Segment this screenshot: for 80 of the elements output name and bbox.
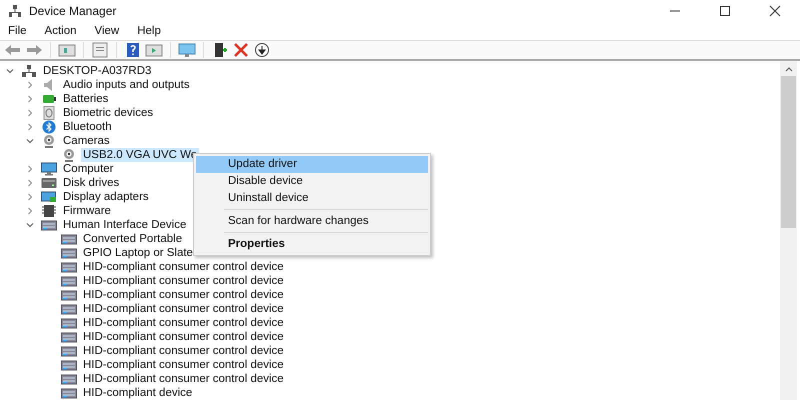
app-icon: [8, 4, 22, 18]
context-menu-item[interactable]: Disable device: [196, 173, 428, 190]
battery-icon: [41, 92, 57, 106]
monitor-icon[interactable]: [178, 42, 196, 58]
collapse-chevron-icon[interactable]: [26, 137, 34, 145]
tree-item[interactable]: Converted Portable: [81, 232, 184, 246]
close-icon[interactable]: [769, 5, 781, 18]
webcam-icon: [41, 134, 57, 148]
properties-icon[interactable]: [91, 42, 109, 58]
tree-item[interactable]: HID-compliant device: [81, 386, 194, 400]
scrollbar-thumb[interactable]: [781, 76, 796, 228]
expand-chevron-icon[interactable]: [26, 95, 34, 103]
expand-chevron-icon[interactable]: [26, 81, 34, 89]
download-icon[interactable]: [253, 42, 271, 58]
keyboard-icon: [61, 274, 77, 288]
expand-chevron-icon[interactable]: [26, 207, 34, 215]
tree-item[interactable]: HID-compliant consumer control device: [81, 330, 286, 344]
keyboard-icon: [61, 302, 77, 316]
collapse-chevron-icon[interactable]: [26, 221, 34, 229]
expand-chevron-icon[interactable]: [26, 165, 34, 173]
chip-icon: [41, 204, 57, 218]
menu-item[interactable]: File: [6, 25, 29, 38]
keyboard-icon: [61, 246, 77, 260]
monitor-icon: [41, 162, 57, 176]
maximize-icon[interactable]: [719, 5, 731, 18]
keyboard-icon: [61, 372, 77, 386]
tree-item[interactable]: HID-compliant consumer control device: [81, 372, 286, 386]
expand-chevron-icon[interactable]: [26, 109, 34, 117]
tree-item[interactable]: GPIO Laptop or Slate: [81, 246, 195, 260]
tree-item[interactable]: DESKTOP-A037RD3: [41, 64, 154, 78]
fingerprint-icon: [41, 106, 57, 120]
tree-item[interactable]: Display adapters: [61, 190, 151, 204]
keyboard-icon: [61, 232, 77, 246]
keyboard-icon: [61, 344, 77, 358]
tree-item[interactable]: HID-compliant consumer control device: [81, 274, 286, 288]
menu-item[interactable]: View: [92, 25, 122, 38]
tree-item[interactable]: Cameras: [61, 134, 112, 148]
expand-chevron-icon[interactable]: [26, 123, 34, 131]
keyboard-icon: [61, 330, 77, 344]
bluetooth-icon: [41, 120, 57, 134]
keyboard-icon: [61, 288, 77, 302]
webcam-icon: [61, 148, 77, 162]
tree-item[interactable]: HID-compliant consumer control device: [81, 260, 286, 274]
tree-item[interactable]: HID-compliant consumer control device: [81, 288, 286, 302]
tree-item[interactable]: Batteries: [61, 92, 110, 106]
keyboard-icon: [61, 358, 77, 372]
tree-item[interactable]: HID-compliant consumer control device: [81, 358, 286, 372]
tree-item[interactable]: Computer: [61, 162, 116, 176]
tree-item[interactable]: Disk drives: [61, 176, 122, 190]
display-adapter-icon: [41, 190, 57, 204]
context-menu-item[interactable]: Update driver: [196, 156, 428, 173]
expand-chevron-icon[interactable]: [26, 179, 34, 187]
uninstall-icon[interactable]: [232, 42, 250, 58]
context-menu-item[interactable]: Properties: [196, 236, 428, 253]
keyboard-icon: [41, 218, 57, 232]
pane-icon[interactable]: [145, 42, 163, 58]
scrollbar[interactable]: [780, 61, 797, 400]
window-title: Device Manager: [29, 4, 116, 18]
tree-item[interactable]: HID-compliant consumer control device: [81, 316, 286, 330]
keyboard-icon: [61, 260, 77, 274]
help-icon[interactable]: [124, 42, 142, 58]
network-computer-icon: [21, 64, 37, 78]
collapse-chevron-icon[interactable]: [6, 67, 14, 75]
expand-chevron-icon[interactable]: [26, 193, 34, 201]
context-menu-item[interactable]: Scan for hardware changes: [196, 213, 428, 230]
tree-item[interactable]: HID-compliant consumer control device: [81, 344, 286, 358]
tree-item[interactable]: Firmware: [61, 204, 113, 218]
tree-view-icon[interactable]: [58, 42, 76, 58]
menu-item[interactable]: Help: [135, 25, 163, 38]
tree-item[interactable]: HID-compliant consumer control device: [81, 302, 286, 316]
tree-item[interactable]: Audio inputs and outputs: [61, 78, 192, 92]
keyboard-icon: [61, 386, 77, 400]
disk-drive-icon: [41, 176, 57, 190]
menu-item[interactable]: Action: [42, 25, 78, 38]
tree-item[interactable]: Bluetooth: [61, 120, 114, 134]
context-menu-item[interactable]: Uninstall device: [196, 190, 428, 207]
tree-item[interactable]: Human Interface Device: [61, 218, 188, 232]
keyboard-icon: [61, 316, 77, 330]
tree-item[interactable]: Biometric devices: [61, 106, 156, 120]
scroll-up-icon[interactable]: [784, 66, 792, 72]
